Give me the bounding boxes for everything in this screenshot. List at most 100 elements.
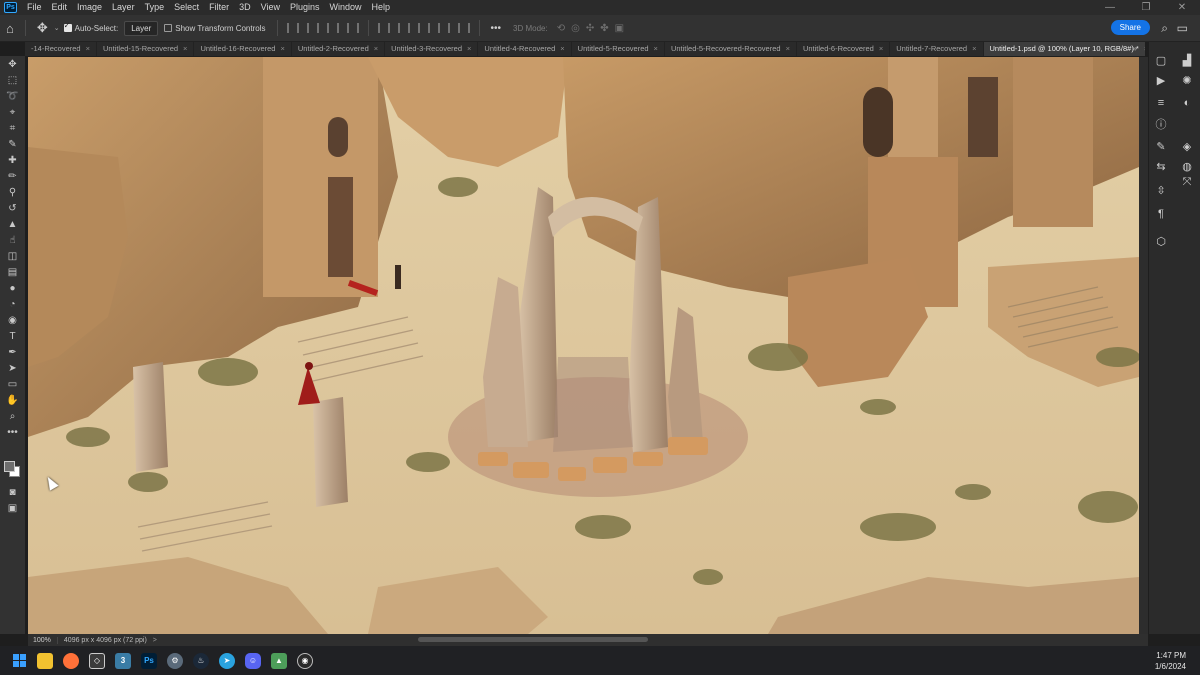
- learn-panel-icon[interactable]: ▢: [1153, 54, 1169, 67]
- close-icon[interactable]: ✕: [1164, 0, 1200, 15]
- type-tool-icon[interactable]: T: [0, 328, 25, 344]
- paths-panel-icon[interactable]: ⤧: [1179, 176, 1195, 189]
- close-tab-icon[interactable]: ×: [560, 42, 564, 56]
- settings-icon[interactable]: ⚙: [162, 648, 188, 674]
- taskbar-clock[interactable]: 1:47 PM 1/6/2024: [1155, 650, 1186, 672]
- tab-document[interactable]: -14-Recovered ×: [25, 42, 97, 56]
- search-icon[interactable]: ⌕: [1161, 21, 1168, 36]
- menu-help[interactable]: Help: [367, 0, 396, 15]
- distribute-left-icon[interactable]: [377, 23, 390, 33]
- crop-tool-icon[interactable]: ⌗: [0, 120, 25, 136]
- eyedropper-tool-icon[interactable]: ✎: [0, 136, 25, 152]
- menu-type[interactable]: Type: [140, 0, 170, 15]
- rectangle-tool-icon[interactable]: ▭: [0, 376, 25, 392]
- share-button[interactable]: Share: [1110, 20, 1150, 35]
- discord-icon[interactable]: ☺: [240, 648, 266, 674]
- tab-document[interactable]: Untitled-15-Recovered ×: [97, 42, 195, 56]
- tab-document[interactable]: Untitled-3-Recovered ×: [385, 42, 479, 56]
- tab-document[interactable]: Untitled-2-Recovered ×: [292, 42, 386, 56]
- chevron-down-icon[interactable]: ⌄: [54, 24, 60, 32]
- artboard-tool-icon[interactable]: ⬚: [0, 72, 25, 88]
- document-canvas[interactable]: [28, 57, 1139, 634]
- color-panel-icon[interactable]: ◐: [1179, 97, 1195, 109]
- 3d-pan-icon[interactable]: ✣: [586, 23, 594, 34]
- close-tab-icon[interactable]: ×: [786, 42, 790, 56]
- close-tab-icon[interactable]: ×: [879, 42, 883, 56]
- sponge-tool-icon[interactable]: ◉: [0, 312, 25, 328]
- histogram-panel-icon[interactable]: ▟: [1179, 54, 1195, 67]
- obs-icon[interactable]: ◉: [292, 648, 318, 674]
- tab-document[interactable]: Untitled-7-Recovered ×: [890, 42, 984, 56]
- menu-view[interactable]: View: [256, 0, 285, 15]
- actions-panel-icon[interactable]: ▶: [1153, 74, 1169, 87]
- menu-layer[interactable]: Layer: [107, 0, 140, 15]
- tab-document-active[interactable]: Untitled-1.psd @ 100% (Layer 10, RGB/8#)…: [983, 42, 1145, 56]
- zoom-level[interactable]: 100%: [28, 636, 58, 644]
- clone-stamp-tool-icon[interactable]: ⚲: [0, 184, 25, 200]
- transform-controls-checkbox[interactable]: [164, 24, 173, 32]
- 3d-slide-icon[interactable]: ✤: [600, 23, 608, 34]
- close-tab-icon[interactable]: ×: [1144, 42, 1145, 56]
- menu-plugins[interactable]: Plugins: [285, 0, 325, 15]
- align-right-icon[interactable]: [326, 23, 339, 33]
- edit-toolbar-icon[interactable]: •••: [0, 424, 25, 440]
- photoshop-icon[interactable]: Ps: [136, 648, 162, 674]
- align-left-icon[interactable]: [286, 23, 299, 33]
- tab-document[interactable]: Untitled-16-Recovered ×: [194, 42, 292, 56]
- brush-panel-icon[interactable]: ✎: [1153, 140, 1169, 153]
- brush-tool-icon[interactable]: ✏: [0, 168, 25, 184]
- more-tabs-icon[interactable]: »: [1133, 42, 1137, 56]
- properties-panel-icon[interactable]: ⇆: [1153, 160, 1169, 173]
- unity-icon[interactable]: ◇: [84, 648, 110, 674]
- close-tab-icon[interactable]: ×: [467, 42, 471, 56]
- 3d-panel-icon[interactable]: ⬡: [1153, 235, 1169, 248]
- character-panel-icon[interactable]: ⇳: [1153, 184, 1169, 197]
- close-tab-icon[interactable]: ×: [654, 42, 658, 56]
- close-tab-icon[interactable]: ×: [280, 42, 284, 56]
- history-brush-tool-icon[interactable]: ↺: [0, 200, 25, 216]
- lasso-tool-icon[interactable]: ➰: [0, 88, 25, 104]
- menu-file[interactable]: File: [22, 0, 47, 15]
- move-tool-icon[interactable]: ✥: [31, 20, 54, 36]
- status-menu-arrow[interactable]: >: [153, 637, 157, 644]
- path-selection-tool-icon[interactable]: ➤: [0, 360, 25, 376]
- close-tab-icon[interactable]: ×: [972, 42, 976, 56]
- gradient-tool-icon[interactable]: ▤: [0, 264, 25, 280]
- dodge-tool-icon[interactable]: ◔: [0, 296, 25, 312]
- menu-filter[interactable]: Filter: [204, 0, 234, 15]
- tab-document[interactable]: Untitled-5-Recovered-Recovered ×: [665, 42, 797, 56]
- menu-3d[interactable]: 3D: [234, 0, 256, 15]
- menu-image[interactable]: Image: [72, 0, 107, 15]
- info-panel-icon[interactable]: ⓘ: [1153, 116, 1169, 132]
- tab-document[interactable]: Untitled-4-Recovered ×: [478, 42, 572, 56]
- more-options-button[interactable]: •••: [491, 23, 502, 34]
- pen-tool-icon[interactable]: ✒: [0, 344, 25, 360]
- distribute-bottom-icon[interactable]: [457, 23, 470, 33]
- 3d-roll-icon[interactable]: ◎: [571, 23, 580, 34]
- windows-start-icon[interactable]: [6, 648, 32, 674]
- channels-panel-icon[interactable]: ◍: [1179, 160, 1195, 173]
- object-selection-tool-icon[interactable]: ⌖: [0, 104, 25, 120]
- paragraph-panel-icon[interactable]: ¶: [1153, 208, 1169, 220]
- firefox-icon[interactable]: [58, 648, 84, 674]
- align-center-icon[interactable]: [306, 23, 319, 33]
- foreground-color-swatch[interactable]: [4, 461, 15, 472]
- adjustments-panel-icon[interactable]: ≡: [1153, 97, 1169, 109]
- distribute-top-icon[interactable]: [437, 23, 450, 33]
- auto-select-checkbox[interactable]: [63, 21, 72, 32]
- move-tool-icon[interactable]: ✥: [0, 56, 25, 72]
- screen-mode-icon[interactable]: ▣: [0, 500, 25, 516]
- restore-icon[interactable]: ❐: [1128, 0, 1164, 15]
- navigator-panel-icon[interactable]: ✺: [1179, 74, 1195, 87]
- stamp-tool-icon[interactable]: ▲: [0, 216, 25, 232]
- 3d-orbit-icon[interactable]: ⟲: [557, 23, 565, 34]
- menu-window[interactable]: Window: [325, 0, 367, 15]
- 3d-scale-icon[interactable]: ▣: [615, 23, 624, 34]
- photoshop-logo-icon[interactable]: Ps: [4, 2, 17, 13]
- horizontal-scrollbar[interactable]: [418, 637, 648, 642]
- blur-tool-icon[interactable]: ●: [0, 280, 25, 296]
- photos-icon[interactable]: ▲: [266, 648, 292, 674]
- vertical-scrollbar[interactable]: [1139, 57, 1148, 634]
- close-tab-icon[interactable]: ×: [374, 42, 378, 56]
- app-3-icon[interactable]: 3: [110, 648, 136, 674]
